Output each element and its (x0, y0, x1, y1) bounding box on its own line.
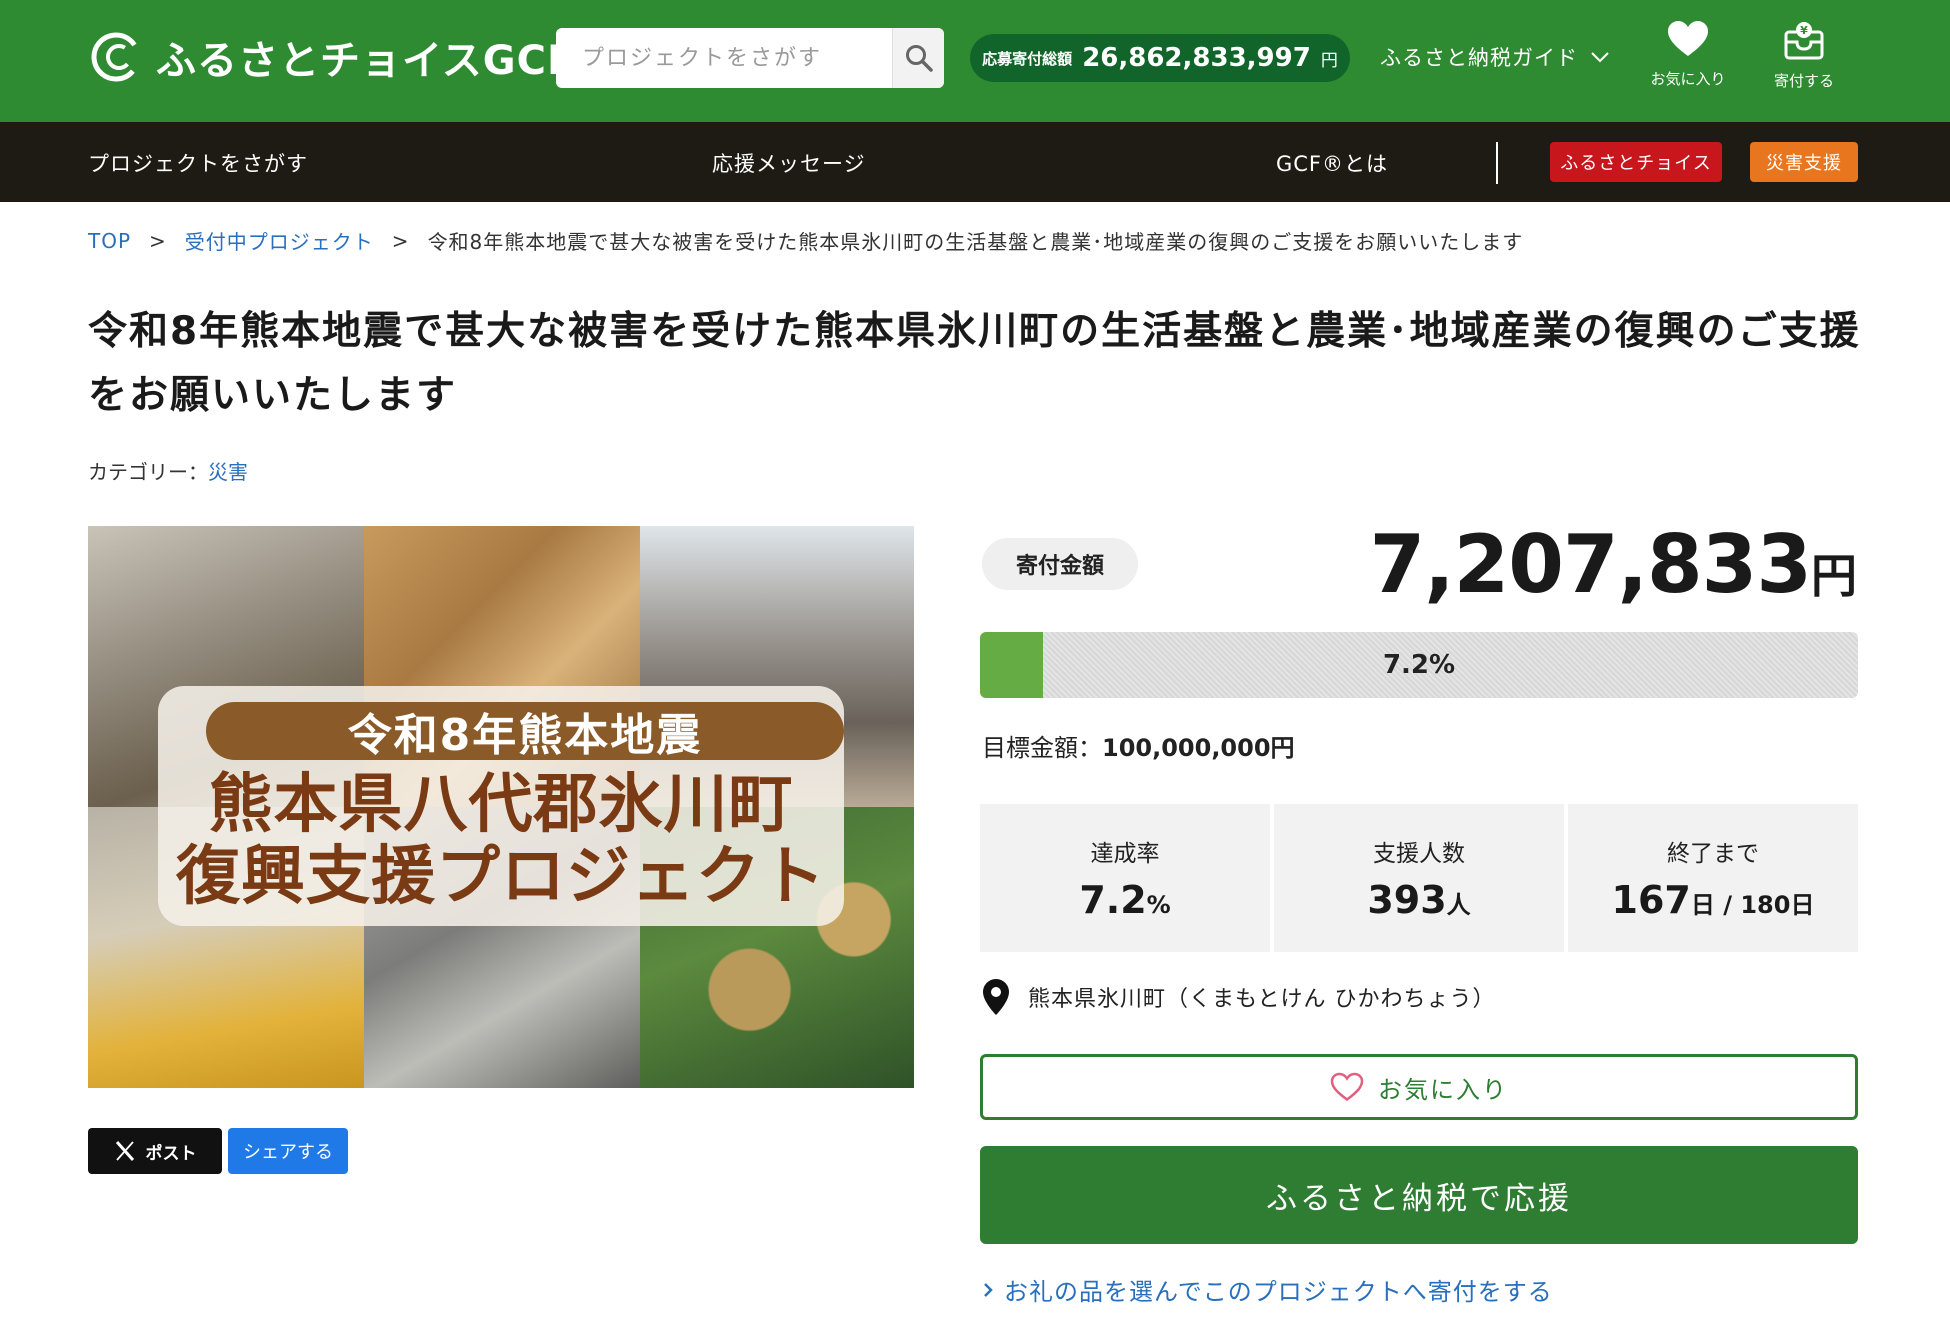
goal-label: 目標金額： (982, 734, 1102, 762)
progress-bar: 7.2% (980, 632, 1858, 698)
category-link[interactable]: 災害 (208, 460, 248, 484)
progress-text: 7.2% (1382, 650, 1456, 680)
breadcrumb-current: 令和8年熊本地震で甚大な被害を受けた熊本県氷川町の生活基盤と農業･地域産業の復興… (427, 230, 1524, 254)
header-favorites-label: お気に入り (1650, 70, 1726, 88)
stat-achievement: 達成率 7.2% (980, 804, 1270, 952)
page-title: 令和8年熊本地震で甚大な被害を受けた熊本県氷川町の生活基盤と農業･地域産業の復興… (88, 309, 1861, 418)
category-label: カテゴリー： (88, 460, 208, 484)
chevron-right-icon (984, 1282, 993, 1297)
stats-panel: 達成率 7.2% 支援人数 393人 終了まで 167日 / 180日 (980, 804, 1858, 952)
logo-mark-icon (91, 32, 141, 82)
search-input[interactable] (556, 28, 892, 88)
chevron-down-icon (1591, 52, 1609, 63)
category: カテゴリー：災害 (88, 456, 248, 485)
nav-item-about-gcf[interactable]: GCF®とは (1276, 148, 1388, 178)
nav-badge-furusato-choice[interactable]: ふるさとチョイス (1550, 142, 1722, 182)
heart-outline-icon (1330, 1072, 1364, 1102)
goal-amount: 目標金額：100,000,000円 (982, 728, 1295, 763)
nav-item-messages[interactable]: 応援メッセージ (712, 148, 866, 178)
header-donate-button[interactable]: ¥ 寄付する (1754, 20, 1854, 100)
stat-supporters-label: 支援人数 (1373, 841, 1465, 867)
stat-supporters: 支援人数 393人 (1274, 804, 1564, 952)
top-header: ふるさとチョイスGCF® 応募寄付総額 26,862,833,997 円 ふるさ… (0, 0, 1950, 122)
hero-caption-line2: 熊本県八代郡氷川町 (208, 768, 794, 842)
search-icon (905, 45, 933, 72)
stat-achievement-value: 7.2% (1079, 878, 1171, 922)
nav-badge-disaster-support[interactable]: 災害支援 (1750, 142, 1858, 182)
gift-donation-link[interactable]: お礼の品を選んでこのプロジェクトへ寄付をする (982, 1272, 1553, 1307)
hero-caption-line1: 令和8年熊本地震 (206, 702, 844, 761)
header-favorites-button[interactable]: お気に入り (1638, 20, 1738, 100)
site-logo[interactable]: ふるさとチョイスGCF® (88, 28, 588, 84)
stat-achievement-label: 達成率 (1090, 841, 1160, 867)
stat-remaining-value: 167日 / 180日 (1611, 878, 1815, 922)
project-hero-image: 令和8年熊本地震 熊本県八代郡氷川町 復興支援プロジェクト (88, 526, 914, 1088)
favorite-button-label: お気に入り (1378, 1075, 1508, 1104)
project-location: 熊本県氷川町（くまもとけん ひかわちょう） (982, 978, 1496, 1016)
stat-supporters-value: 393人 (1367, 878, 1471, 922)
stat-remaining-label: 終了まで (1667, 841, 1759, 867)
breadcrumb: TOP > 受付中プロジェクト > 令和8年熊本地震で甚大な被害を受けた熊本県氷… (88, 226, 1523, 255)
breadcrumb-separator: > (149, 228, 167, 253)
search-button[interactable] (892, 28, 944, 88)
location-pin-icon (983, 979, 1009, 1015)
breadcrumb-top[interactable]: TOP (88, 229, 131, 253)
main-nav: プロジェクトをさがす 応援メッセージ GCF®とは ふるさとチョイス 災害支援 (0, 122, 1950, 202)
share-x-label: ポスト (145, 1143, 197, 1164)
total-donations-value: 26,862,833,997 (1082, 43, 1311, 73)
donate-box-icon: ¥ (1784, 22, 1824, 60)
amount-label: 寄付金額 (982, 538, 1138, 590)
logo-text: ふるさとチョイスGCF® (156, 28, 587, 84)
breadcrumb-separator: > (391, 228, 410, 253)
total-donations-label: 応募寄付総額 (982, 49, 1073, 68)
nav-divider (1496, 142, 1498, 184)
support-with-furusato-button[interactable]: ふるさと納税で応援 (980, 1146, 1858, 1244)
heart-icon (1668, 21, 1708, 56)
header-donate-label: 寄付する (1773, 72, 1834, 90)
guide-label: ふるさと納税ガイド (1380, 46, 1578, 70)
favorite-button[interactable]: お気に入り (980, 1054, 1858, 1120)
x-logo-icon (115, 1141, 134, 1161)
total-donations-badge: 応募寄付総額 26,862,833,997 円 (970, 34, 1350, 82)
gift-donation-link-label: お礼の品を選んでこのプロジェクトへ寄付をする (1004, 1278, 1553, 1306)
furusato-guide-menu[interactable]: ふるさと納税ガイド (1380, 42, 1610, 72)
amount-value: 7,207,833円 (1369, 518, 1857, 611)
share-facebook-button[interactable]: シェアする (228, 1128, 348, 1174)
search-box (556, 28, 944, 88)
goal-value: 100,000,000円 (1102, 734, 1295, 762)
total-donations-unit: 円 (1320, 50, 1338, 71)
breadcrumb-projects[interactable]: 受付中プロジェクト (185, 226, 374, 255)
nav-item-search-projects[interactable]: プロジェクトをさがす (88, 148, 308, 178)
stat-remaining: 終了まで 167日 / 180日 (1568, 804, 1858, 952)
svg-text:¥: ¥ (1800, 24, 1808, 37)
location-text: 熊本県氷川町（くまもとけん ひかわちょう） (1028, 987, 1496, 1012)
hero-caption-line3: 復興支援プロジェクト (176, 840, 826, 914)
share-x-button[interactable]: ポスト (88, 1128, 222, 1174)
